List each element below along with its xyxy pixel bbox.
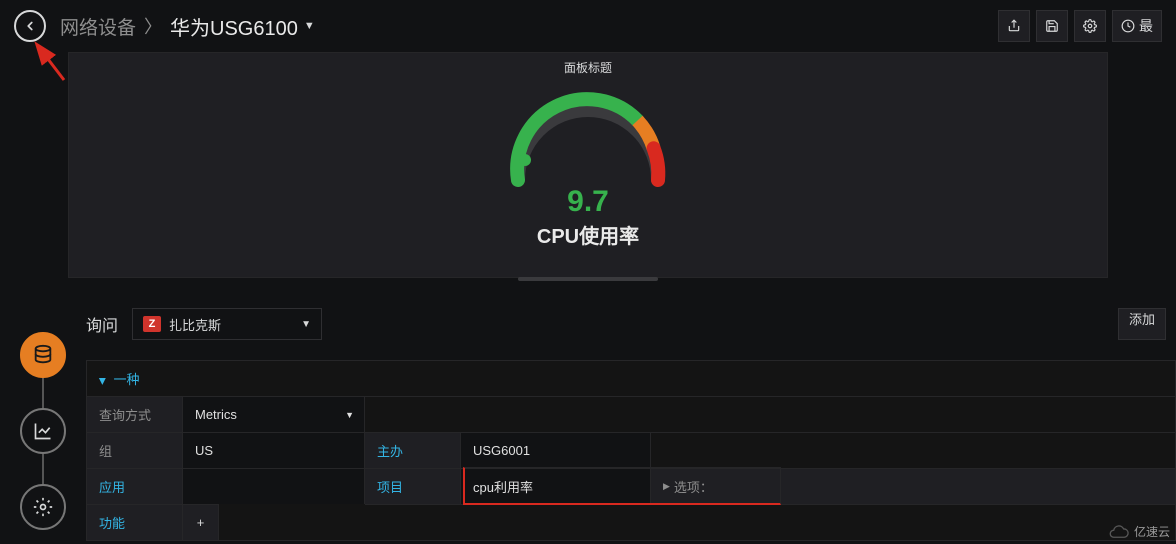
database-icon [32,344,54,366]
datasource-select[interactable]: Z 扎比克斯 ▼ [132,308,322,340]
add-query-button[interactable]: 添加 [1118,308,1166,340]
breadcrumb-current-label: 华为USG6100 [170,12,298,41]
gear-icon [33,497,53,517]
time-picker-label: 最 [1139,16,1153,36]
query-expander-label: 一种 [114,372,140,387]
label-application[interactable]: 应用 [87,468,183,504]
panel-header: 面板标题 [564,53,612,76]
triangle-right-icon: ▶ [663,481,670,492]
label-functions[interactable]: 功能 [87,504,183,540]
breadcrumb-separator: 〉 [144,13,162,39]
panel-title: CPU使用率 [537,220,639,249]
save-button[interactable] [1036,10,1068,42]
spacer [365,396,1175,432]
spacer [365,504,1175,540]
spacer [651,432,1175,468]
input-application[interactable] [183,468,365,504]
query-tab-label: 询问 [86,312,118,336]
label-item[interactable]: 项目 [365,468,461,504]
input-item[interactable]: cpu利用率 [461,468,651,504]
back-button[interactable] [14,10,46,42]
settings-button[interactable] [1074,10,1106,42]
query-expander[interactable]: ▶ 一种 [87,361,1175,396]
clock-icon [1121,19,1135,33]
select-query-mode-value: Metrics [195,407,237,422]
breadcrumb-current[interactable]: 华为USG6100 ▼ [170,12,315,41]
tab-queries[interactable] [20,332,66,378]
datasource-name: 扎比克斯 [169,315,221,334]
resize-handle[interactable] [518,277,658,281]
chevron-down-icon: ▼ [301,319,311,330]
gauge-panel[interactable]: 面板标题 9.7 CPU使用率 [68,52,1108,278]
gear-icon [1083,19,1097,33]
input-group[interactable]: US [183,432,365,468]
arrow-left-icon [23,19,37,33]
gauge-value: 9.7 [567,185,609,219]
save-icon [1045,19,1059,33]
label-options-text: 选项： [674,477,713,496]
triangle-down-icon: ▶ [97,378,108,385]
tab-general[interactable] [20,484,66,530]
label-options[interactable]: ▶ 选项： [651,468,1175,504]
input-host[interactable]: USG6001 [461,432,651,468]
breadcrumb-folder[interactable]: 网络设备 [60,13,136,40]
share-icon [1007,19,1021,33]
label-host[interactable]: 主办 [365,432,461,468]
chevron-down-icon: ▼ [304,20,315,32]
datasource-badge: Z [143,316,161,332]
time-picker-button[interactable]: 最 [1112,10,1162,42]
gauge-chart [498,80,678,190]
add-function-button[interactable]: + [183,504,219,540]
share-button[interactable] [998,10,1030,42]
chevron-down-icon: ▼ [345,410,354,420]
select-query-mode[interactable]: Metrics ▼ [183,396,365,432]
label-group: 组 [87,432,183,468]
tab-visualization[interactable] [20,408,66,454]
label-query-mode: 查询方式 [87,396,183,432]
chart-icon [33,421,53,441]
